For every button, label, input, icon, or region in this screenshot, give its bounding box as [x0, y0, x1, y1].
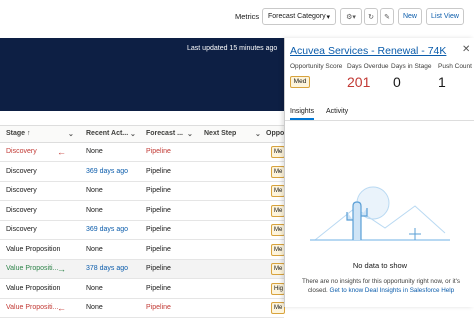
table-row[interactable]: Discovery None Pipeline Me: [0, 182, 285, 201]
cell-forecast: Pipeline: [146, 265, 171, 272]
cell-recent-activity: None: [86, 304, 103, 311]
cell-stage: Discovery: [6, 167, 37, 175]
refresh-icon: ↻: [368, 13, 374, 21]
column-header-recent-activity[interactable]: Recent Act...: [86, 130, 128, 137]
no-data-text-1: There are no insights for this opportuni…: [301, 278, 460, 285]
cell-opportunity-score-badge: Me: [271, 165, 285, 178]
cell-opportunity-score-badge: Me: [271, 243, 285, 256]
stat-label-days-in-stage: Days in Stage: [391, 63, 432, 70]
arrow-right-icon: →: [57, 264, 66, 274]
list-view-button[interactable]: List View: [426, 8, 464, 25]
cell-recent-activity: None: [86, 148, 103, 155]
cell-stage: Value Proposition: [6, 284, 61, 292]
push-count-value: 1: [438, 74, 446, 90]
table-row[interactable]: Value Proposition None Pipeline Hig: [0, 280, 285, 299]
table-row[interactable]: Discovery ← None Pipeline Me: [0, 143, 285, 162]
cell-forecast: Pipeline: [146, 245, 171, 253]
cell-forecast: Pipeline: [146, 226, 171, 233]
chevron-down-icon[interactable]: ⌄: [255, 130, 261, 138]
days-in-stage-value: 0: [393, 74, 401, 90]
last-updated-text: Last updated 15 minutes ago: [187, 45, 278, 52]
no-data-text-2: closed.: [307, 287, 328, 294]
cell-stage: Discovery: [6, 187, 37, 194]
deal-insights-panel: Acuvea Services - Renewal - 74K ✕ Opport…: [284, 38, 474, 307]
no-data-title: No data to show: [352, 261, 408, 270]
forecast-category-select[interactable]: Forecast Category ▾: [262, 8, 336, 25]
cell-opportunity-score-badge: Hig: [271, 282, 285, 295]
cell-recent-activity: None: [86, 245, 103, 253]
edit-button[interactable]: ✎: [380, 8, 394, 25]
chevron-down-icon[interactable]: ⌄: [68, 130, 74, 138]
tab-activity[interactable]: Activity: [326, 108, 348, 115]
arrow-left-icon: ←: [57, 147, 66, 157]
cell-stage: Discovery: [6, 226, 37, 233]
cell-recent-activity[interactable]: 369 days ago: [86, 226, 128, 233]
cell-stage: Value Propositi...: [6, 265, 59, 272]
days-overdue-value: 201: [347, 74, 371, 90]
cell-forecast: Pipeline: [146, 206, 171, 214]
forecast-select-value: Forecast Category: [268, 13, 326, 20]
column-header-next-step[interactable]: Next Step: [204, 130, 236, 137]
cell-opportunity-score-badge: Me: [271, 263, 285, 275]
cell-stage: Discovery: [6, 206, 37, 214]
cell-opportunity-score-badge: Me: [271, 185, 285, 197]
arrow-left-icon: ←: [57, 303, 66, 313]
cell-opportunity-score-badge: Me: [271, 302, 285, 314]
metrics-label: Metrics: [235, 12, 260, 21]
cell-recent-activity[interactable]: 369 days ago: [86, 168, 128, 175]
tab-insights[interactable]: Insights: [290, 108, 315, 120]
panel-tabs: Insights Activity: [285, 104, 474, 121]
cell-recent-activity: None: [86, 284, 103, 292]
cell-forecast: Pipeline: [146, 284, 171, 292]
cell-recent-activity: None: [86, 187, 103, 194]
gear-icon: ⚙▾: [346, 13, 356, 21]
chevron-down-icon: ▾: [326, 13, 330, 21]
pencil-icon: ✎: [384, 13, 390, 21]
deal-insights-help-link[interactable]: Get to know Deal Insights in Salesforce …: [330, 287, 455, 294]
cell-forecast: Pipeline: [146, 304, 171, 311]
table-row[interactable]: Value Propositi... ← None Pipeline Me: [0, 299, 285, 318]
stat-label-push-count: Push Count: [438, 63, 472, 70]
table-row[interactable]: Value Propositi... → 378 days ago Pipeline M…: [0, 260, 285, 279]
cell-opportunity-score-badge: Me: [271, 146, 285, 158]
table-header: Stage ↑ ⌄ Recent Act... ⌄ Forecast ... ⌄…: [0, 125, 284, 143]
settings-button[interactable]: ⚙▾: [340, 8, 362, 25]
table-row[interactable]: Value Proposition None Pipeline Me: [0, 241, 285, 260]
cell-opportunity-score-badge: Me: [271, 224, 285, 236]
opportunity-title-link[interactable]: Acuvea Services - Renewal - 74K: [290, 45, 446, 57]
toolbar: Metrics Forecast Category ▾ ⚙▾ ↻ ✎ New L…: [0, 0, 474, 38]
chevron-down-icon[interactable]: ⌄: [187, 130, 193, 138]
cell-forecast: Pipeline: [146, 187, 171, 194]
stat-label-score: Opportunity Score: [290, 63, 343, 70]
cell-forecast: Pipeline: [146, 167, 171, 175]
cell-recent-activity[interactable]: 378 days ago: [86, 265, 128, 272]
table-row[interactable]: Discovery None Pipeline Me: [0, 202, 285, 221]
stat-label-overdue: Days Overdue: [347, 63, 389, 70]
cell-stage: Value Proposition: [6, 245, 61, 253]
cell-stage: Discovery: [6, 148, 37, 155]
new-button[interactable]: New: [398, 8, 422, 25]
chevron-down-icon[interactable]: ⌄: [130, 130, 136, 138]
column-header-forecast[interactable]: Forecast ...: [146, 130, 183, 137]
opportunity-score-badge: Med: [290, 76, 310, 88]
refresh-button[interactable]: ↻: [364, 8, 378, 25]
cell-opportunity-score-badge: Me: [271, 204, 285, 217]
close-icon[interactable]: ✕: [462, 44, 470, 55]
cell-stage: Value Propositi...: [6, 304, 59, 311]
cell-forecast: Pipeline: [146, 148, 171, 155]
column-header-opportunity[interactable]: Oppo: [266, 130, 284, 137]
no-data-message: There are no insights for this opportuni…: [293, 277, 469, 295]
cell-recent-activity: None: [86, 206, 103, 214]
empty-state-desert-illustration: [310, 186, 450, 241]
table-row[interactable]: Discovery 369 days ago Pipeline Me: [0, 221, 285, 240]
table-row[interactable]: Discovery 369 days ago Pipeline Me: [0, 163, 285, 182]
column-header-stage[interactable]: Stage ↑: [6, 130, 31, 137]
